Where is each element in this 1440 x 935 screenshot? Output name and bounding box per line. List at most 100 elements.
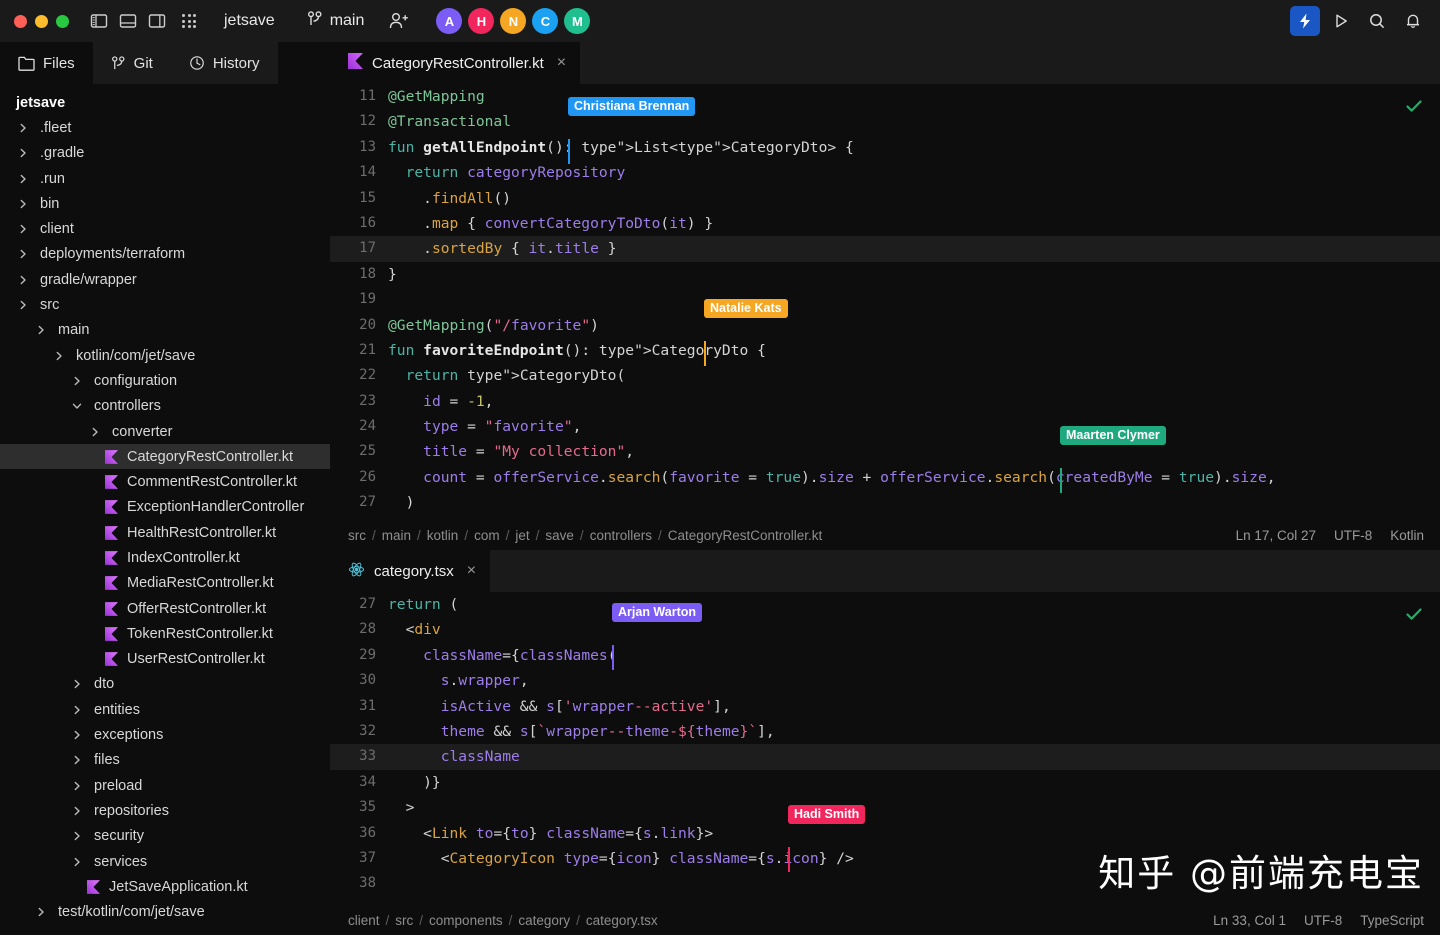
breadcrumb-item[interactable]: kotlin xyxy=(427,528,459,543)
chevron-right-icon[interactable] xyxy=(16,274,30,286)
breadcrumb-item[interactable]: CategoryRestController.kt xyxy=(668,528,823,543)
encoding[interactable]: UTF-8 xyxy=(1304,913,1342,928)
file-tree-folder[interactable]: .gradle xyxy=(0,141,330,166)
file-tree-file[interactable]: CommentRestController.kt xyxy=(0,469,330,494)
run-icon[interactable] xyxy=(1326,6,1356,36)
chevron-right-icon[interactable] xyxy=(34,324,48,336)
window-controls[interactable] xyxy=(14,14,69,28)
code-area-top[interactable]: 11 @GetMapping 12 @Transactional 13 fun getAl… xyxy=(330,84,1440,520)
chevron-down-icon[interactable] xyxy=(70,400,84,412)
file-tree-file[interactable]: TokenRestController.kt xyxy=(0,621,330,646)
file-tree-folder[interactable]: converter xyxy=(0,419,330,444)
breadcrumb-item[interactable]: client xyxy=(348,913,380,928)
breadcrumb-item[interactable]: src xyxy=(395,913,413,928)
breadcrumb-item[interactable]: controllers xyxy=(590,528,652,543)
sidebar-tab-history[interactable]: History xyxy=(170,42,278,84)
breadcrumb-item[interactable]: com xyxy=(474,528,500,543)
chevron-right-icon[interactable] xyxy=(70,780,84,792)
file-tree-file[interactable]: CategoryRestController.kt xyxy=(0,444,330,470)
chevron-right-icon[interactable] xyxy=(16,223,30,235)
file-tree[interactable]: jetsave .fleet .gradle .run bin client deploym… xyxy=(0,84,330,935)
breadcrumb-item[interactable]: save xyxy=(545,528,574,543)
sidebar-tab-git[interactable]: Git xyxy=(92,42,171,84)
chevron-right-icon[interactable] xyxy=(16,147,30,159)
apps-grid-icon[interactable] xyxy=(182,14,196,28)
chevron-right-icon[interactable] xyxy=(16,299,30,311)
chevron-right-icon[interactable] xyxy=(70,830,84,842)
breadcrumb-item[interactable]: main xyxy=(382,528,411,543)
search-icon[interactable] xyxy=(1362,6,1392,36)
avatar[interactable]: A xyxy=(436,8,463,34)
breadcrumb-path-top[interactable]: src / main / kotlin / com / jet / save / controllers… xyxy=(348,528,822,543)
chevron-right-icon[interactable] xyxy=(70,678,84,690)
file-tree-file[interactable]: OfferRestController.kt xyxy=(0,596,330,621)
left-panel-icon[interactable] xyxy=(89,12,108,31)
chevron-right-icon[interactable] xyxy=(70,856,84,868)
bottom-panel-icon[interactable] xyxy=(118,12,137,31)
close-window-button[interactable] xyxy=(14,14,27,28)
file-tree-folder[interactable]: controllers xyxy=(0,394,330,419)
tab-category-rest-controller[interactable]: CategoryRestController.kt × xyxy=(330,42,581,84)
chevron-right-icon[interactable] xyxy=(16,173,30,185)
file-tree-file[interactable]: IndexController.kt xyxy=(0,545,330,570)
chevron-right-icon[interactable] xyxy=(70,704,84,716)
file-tree-folder[interactable]: bin xyxy=(0,191,330,216)
file-tree-root[interactable]: jetsave xyxy=(0,90,330,115)
file-tree-folder[interactable]: deployments/terraform xyxy=(0,242,330,267)
file-tree-folder[interactable]: main xyxy=(0,318,330,343)
file-tree-folder[interactable]: dto xyxy=(0,672,330,697)
tab-category-tsx[interactable]: category.tsx × xyxy=(330,550,491,592)
avatar[interactable]: N xyxy=(500,8,527,34)
maximize-window-button[interactable] xyxy=(56,14,69,28)
file-tree-folder[interactable]: .run xyxy=(0,166,330,191)
file-tree-folder[interactable]: client xyxy=(0,216,330,241)
avatar[interactable]: C xyxy=(532,8,559,34)
file-tree-folder[interactable]: preload xyxy=(0,773,330,798)
file-tree-file[interactable]: UserRestController.kt xyxy=(0,647,330,672)
file-tree-folder[interactable]: test/kotlin/com/jet/save xyxy=(0,900,330,925)
file-tree-file[interactable]: MediaRestController.kt xyxy=(0,571,330,596)
language[interactable]: TypeScript xyxy=(1360,913,1424,928)
breadcrumb-path-bottom[interactable]: client / src / components / category / category.… xyxy=(348,913,658,928)
file-tree-folder[interactable]: exceptions xyxy=(0,722,330,747)
close-icon[interactable]: × xyxy=(557,54,566,72)
branch-selector[interactable]: main xyxy=(307,10,364,33)
chevron-right-icon[interactable] xyxy=(16,122,30,134)
breadcrumb-item[interactable]: src xyxy=(348,528,366,543)
breadcrumb-item[interactable]: components xyxy=(429,913,503,928)
code-area-bottom[interactable]: 27 return (28 <div 29 className={className… xyxy=(330,592,1440,905)
file-tree-folder[interactable]: security xyxy=(0,824,330,849)
breadcrumb-item[interactable]: category.tsx xyxy=(586,913,658,928)
chevron-right-icon[interactable] xyxy=(88,426,102,438)
right-panel-icon[interactable] xyxy=(147,12,166,31)
chevron-right-icon[interactable] xyxy=(70,729,84,741)
file-tree-folder[interactable]: services xyxy=(0,849,330,874)
file-tree-folder[interactable]: configuration xyxy=(0,368,330,393)
avatar[interactable]: H xyxy=(468,8,495,34)
file-tree-folder[interactable]: src xyxy=(0,292,330,317)
project-name[interactable]: jetsave xyxy=(224,12,275,30)
sidebar-tab-files[interactable]: Files xyxy=(0,42,93,84)
avatar[interactable]: M xyxy=(564,8,591,34)
chevron-right-icon[interactable] xyxy=(16,248,30,260)
language[interactable]: Kotlin xyxy=(1390,528,1424,543)
file-tree-folder[interactable]: entities xyxy=(0,697,330,722)
file-tree-folder[interactable]: .fleet xyxy=(0,115,330,140)
chevron-right-icon[interactable] xyxy=(16,198,30,210)
chevron-right-icon[interactable] xyxy=(70,375,84,387)
chevron-right-icon[interactable] xyxy=(34,906,48,918)
chevron-right-icon[interactable] xyxy=(52,350,66,362)
minimize-window-button[interactable] xyxy=(35,14,48,28)
file-tree-file[interactable]: ExceptionHandlerController xyxy=(0,495,330,520)
breadcrumb-item[interactable]: jet xyxy=(515,528,529,543)
file-tree-folder[interactable]: gradle/wrapper xyxy=(0,267,330,292)
bolt-icon[interactable] xyxy=(1290,6,1320,36)
breadcrumb-item[interactable]: category xyxy=(518,913,570,928)
file-tree-file[interactable]: HealthRestController.kt xyxy=(0,520,330,545)
add-user-icon[interactable] xyxy=(388,11,410,31)
chevron-right-icon[interactable] xyxy=(70,805,84,817)
bell-icon[interactable] xyxy=(1398,6,1428,36)
close-icon[interactable]: × xyxy=(467,562,476,580)
file-tree-folder[interactable]: kotlin/com/jet/save xyxy=(0,343,330,368)
file-tree-file[interactable]: JetSaveApplication.kt xyxy=(0,874,330,899)
